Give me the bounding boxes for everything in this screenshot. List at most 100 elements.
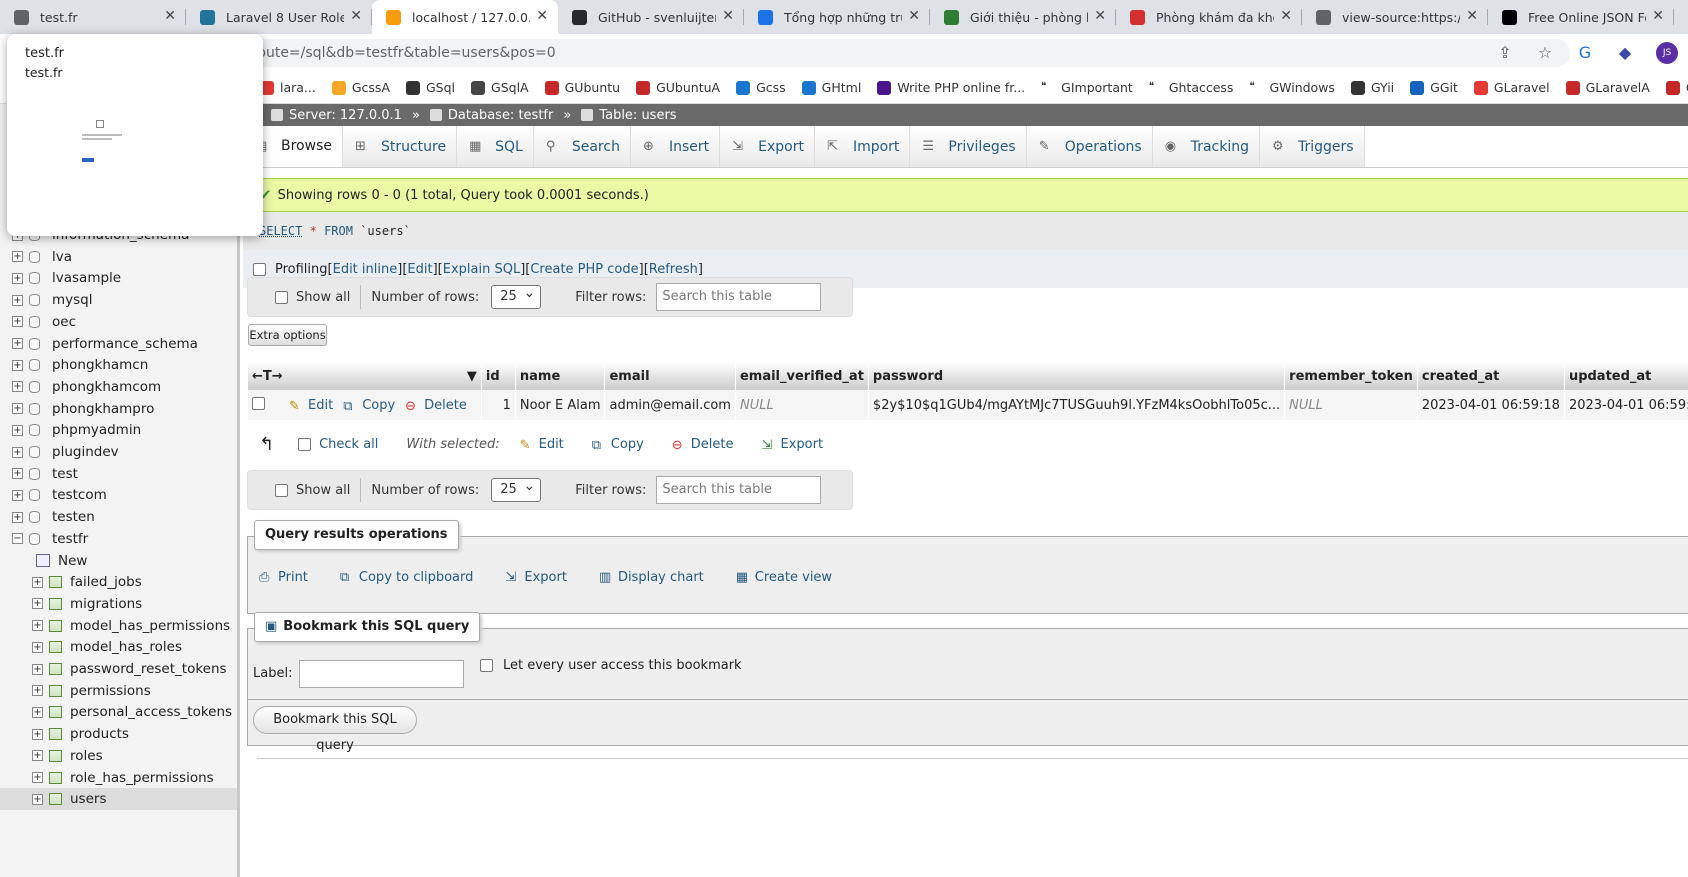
browser-tab[interactable]: Tổng hợp những trườ ✕ [744,0,930,34]
nav-database-plugindev[interactable]: + plugindev [0,441,237,463]
cell-password[interactable]: $2y$10$q1GUb4/mgAYtMJc7TUSGuuh9l.YFzM4ks… [868,390,1286,420]
bookmark-item[interactable]: GSqlA [471,80,529,95]
cell-updated-at[interactable]: 2023-04-01 06:59:18 [1564,390,1688,420]
nav-table-migrations[interactable]: + migrations [0,593,237,615]
profiling-link[interactable]: Create PHP code [530,262,638,277]
close-tab-icon[interactable]: ✕ [536,8,548,24]
column-header-email-verified-at[interactable]: email_verified_at [735,362,869,390]
rows-select-bottom[interactable]: 25 [491,475,542,502]
query-op-display-chart[interactable]: ▥ Display chart [599,570,704,585]
star-bookmark-icon[interactable]: ☆ [1536,44,1554,62]
query-op-print[interactable]: ⎙ Print [259,570,308,585]
close-tab-icon[interactable]: ✕ [350,8,362,24]
expand-icon[interactable]: + [32,598,43,610]
nav-database-testcom[interactable]: + testcom [0,484,237,506]
nav-table-model-has-permissions[interactable]: + model_has_permissions [0,615,237,637]
column-controls[interactable]: ←T→ ▼ [248,362,482,390]
nav-database-testen[interactable]: + testen [0,506,237,528]
cell-remember-token[interactable]: NULL [1284,390,1418,420]
row-edit-button[interactable]: ✎ Edit [289,398,333,414]
cell-email-verified-at[interactable]: NULL [735,390,869,420]
show-all-checkbox-bottom[interactable] [275,483,288,497]
tab-privileges[interactable]: ☰ Privileges [910,126,1027,167]
expand-icon[interactable]: + [12,489,23,501]
bookmark-item[interactable]: ❝ Ghtaccess [1148,80,1233,95]
column-header-created-at[interactable]: created_at [1417,362,1565,390]
nav-table-personal-access-tokens[interactable]: + personal_access_tokens [0,701,237,723]
translate-icon[interactable]: G [1576,44,1594,62]
extra-options-button[interactable]: Extra options [248,324,327,346]
tab-sql[interactable]: ▦ SQL [457,126,534,167]
bulk-delete-button[interactable]: ⊖ Delete [672,437,734,453]
profile-avatar[interactable]: JS [1656,42,1678,64]
row-checkbox[interactable] [252,396,265,410]
breadcrumb-database[interactable]: Database: testfr [429,108,553,123]
close-tab-icon[interactable]: ✕ [1280,8,1292,24]
tab-triggers[interactable]: ⚙ Triggers [1260,126,1365,167]
browser-tab[interactable]: Giới thiệu - phòng khá ✕ [930,0,1116,34]
nav-database-lvasample[interactable]: + lvasample [0,267,237,289]
expand-icon[interactable]: + [32,750,43,762]
bookmark-item[interactable]: GYii [1350,80,1394,95]
expand-icon[interactable]: + [32,772,43,783]
query-op-copy-to-clipboard[interactable]: ⧉ Copy to clipboard [340,570,473,585]
expand-icon[interactable]: + [32,728,43,740]
tab-structure[interactable]: ⊞ Structure [342,126,458,167]
nav-table-role-has-permissions[interactable]: + role_has_permissions [0,767,237,789]
bookmark-label-input[interactable] [299,660,464,688]
check-all-label[interactable]: Check all [319,437,378,452]
close-tab-icon[interactable]: ✕ [908,8,920,24]
sort-dropdown-icon[interactable]: ▼ [467,369,477,384]
nav-database-phongkhamcn[interactable]: + phongkhamcn [0,354,237,376]
expand-icon[interactable]: + [12,468,23,480]
browser-tab[interactable]: Phòng khám đa khoa ✕ [1116,0,1302,34]
column-arrows-icon[interactable]: ←T→ [252,369,283,384]
bulk-export-button[interactable]: ⇲ Export [762,437,824,453]
nav-database-oec[interactable]: + oec [0,311,237,333]
expand-icon[interactable]: + [32,793,43,805]
browser-tab[interactable]: Laravel 8 User Roles & ✕ [186,0,372,34]
breadcrumb-table[interactable]: Table: users [581,108,677,123]
bookmark-item[interactable]: GUbuntuA [636,80,720,95]
close-tab-icon[interactable]: ✕ [1094,8,1106,24]
bookmark-share-checkbox[interactable] [480,659,493,672]
nav-database-phongkhamcom[interactable]: + phongkhamcom [0,376,237,398]
expand-icon[interactable]: + [32,620,43,632]
column-header-remember-token[interactable]: remember_token [1284,362,1418,390]
collapse-icon[interactable]: − [12,533,23,545]
tab-search[interactable]: ⚲ Search [533,126,631,167]
nav-database-performance-schema[interactable]: + performance_schema [0,333,237,355]
query-op-create-view[interactable]: ▦ Create view [736,570,832,585]
column-header-updated-at[interactable]: updated_at [1564,362,1688,390]
bookmark-item[interactable]: GHtml [801,80,861,95]
bookmark-item[interactable]: GUbuntu [544,80,620,95]
expand-icon[interactable]: + [12,403,23,415]
cell-email[interactable]: admin@email.com [604,390,736,420]
expand-icon[interactable]: + [12,511,23,523]
bookmark-item[interactable]: GcssA [331,80,390,95]
bookmark-item[interactable]: GGit [1410,80,1458,95]
nav-new-table[interactable]: New [0,550,237,572]
browser-tab[interactable]: Free Online JSON Forr ✕ [1488,0,1674,34]
close-tab-icon[interactable]: ✕ [1466,8,1478,24]
tab-tracking[interactable]: ◉ Tracking [1152,126,1260,167]
tab-import[interactable]: ⇱ Import [814,126,911,167]
tab-operations[interactable]: ✎ Operations [1026,126,1153,167]
column-header-name[interactable]: name [515,362,606,390]
profiling-link[interactable]: Edit [407,262,432,277]
bookmark-item[interactable]: Write PHP online fr... [877,80,1025,95]
breadcrumb-server[interactable]: Server: 127.0.0.1 [271,108,402,123]
tab-insert[interactable]: ⊕ Insert [630,126,721,167]
rows-select[interactable]: 25 [491,282,542,309]
nav-database-test[interactable]: + test [0,463,237,485]
profiling-link[interactable]: Edit inline [333,262,398,277]
nav-table-password-reset-tokens[interactable]: + password_reset_tokens [0,658,237,680]
filter-input-bottom[interactable]: Search this table [656,476,822,504]
show-all-checkbox[interactable] [275,290,288,304]
bookmark-item[interactable]: ❝ GWindows [1249,80,1335,95]
nav-table-products[interactable]: + products [0,723,237,745]
share-icon[interactable]: ⇪ [1496,44,1514,62]
expand-icon[interactable]: + [12,424,23,436]
expand-icon[interactable]: + [12,338,23,349]
browser-tab[interactable]: localhost / 127.0.0.1 / ✕ [372,0,558,34]
